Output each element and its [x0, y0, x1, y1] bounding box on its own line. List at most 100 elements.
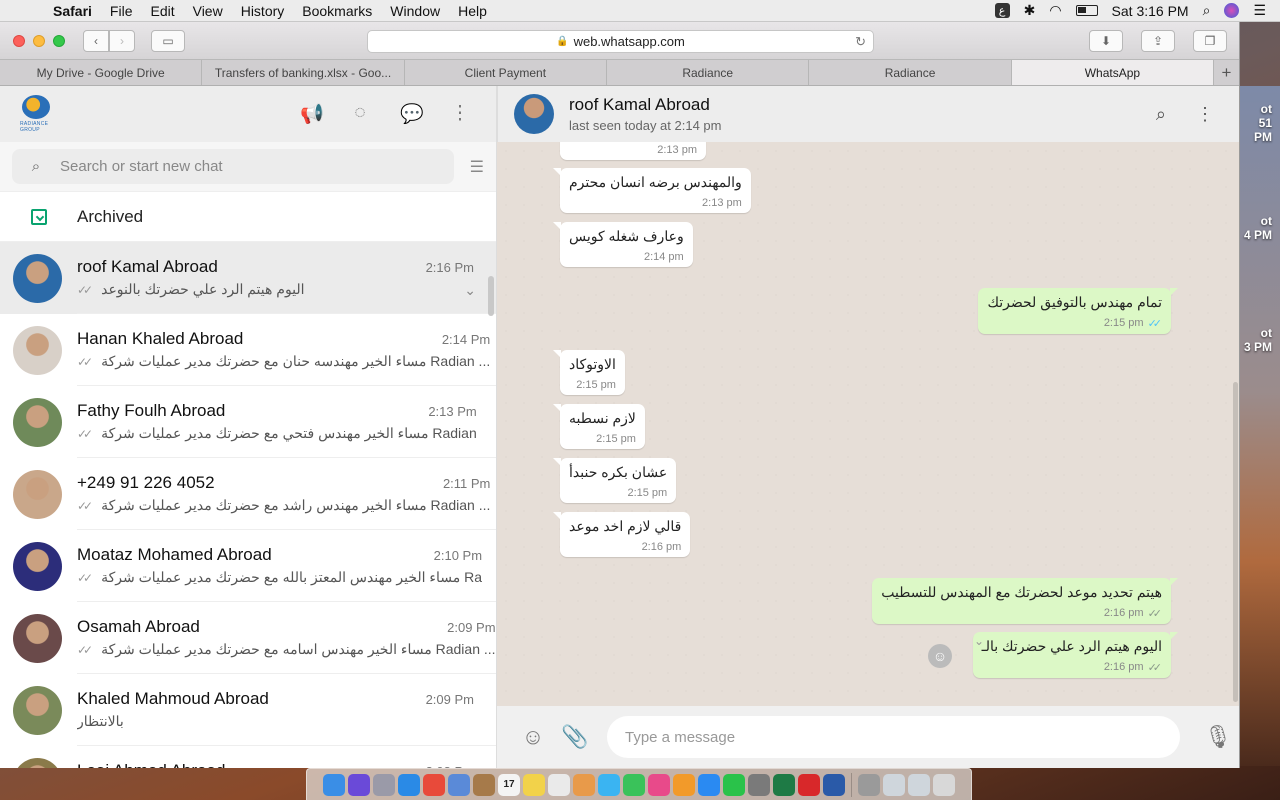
close-window-button[interactable] [13, 34, 25, 47]
forward-button[interactable]: › [109, 29, 135, 52]
desktop-file-label[interactable]: ot 3 PM [1244, 326, 1272, 354]
reaction-emoji-icon[interactable]: ☺ [928, 644, 952, 668]
input-source-icon[interactable]: ع [994, 3, 1010, 18]
itunes-icon[interactable] [648, 773, 670, 796]
chat-list-item[interactable]: Osamah Abroad 2:09 Pm ✓✓ مساء الخير مهندس ا… [0, 602, 496, 674]
menu-help[interactable]: Help [449, 3, 496, 19]
incoming-message[interactable]: قالي لازم اخد موعد 2:16 pm [552, 512, 691, 557]
tab-google-drive[interactable]: My Drive - Google Drive [0, 60, 203, 85]
calendar-icon[interactable]: 17 [498, 773, 520, 796]
battery-icon[interactable] [1075, 5, 1098, 16]
ibooks-icon[interactable] [673, 773, 695, 796]
sidebar-toggle-button[interactable]: ▭ [151, 29, 185, 52]
downloads-icon[interactable] [883, 773, 905, 796]
back-button[interactable]: ‹ [83, 29, 109, 52]
incoming-message[interactable]: لازم نسطبه 2:15 pm [553, 404, 645, 449]
chat-list-item[interactable]: Khaled Mahmoud Abroad 2:09 Pm بالانتظار [0, 674, 496, 746]
outgoing-message[interactable]: تمام مهندس بالتوفيق لحضرتك 2:15 pm ✓✓ [978, 288, 1178, 334]
conversation-scrollbar[interactable] [1233, 382, 1238, 702]
finder-icon[interactable] [323, 773, 345, 796]
search-messages-icon[interactable]: ⌕ [1156, 104, 1166, 125]
new-chat-icon[interactable]: 💬 [400, 102, 424, 126]
menu-edit[interactable]: Edit [141, 3, 183, 19]
tab-client-payment[interactable]: Client Payment [405, 60, 608, 85]
message-menu-chevron-icon[interactable]: ⌄ [974, 634, 984, 648]
incoming-message[interactable]: 2:13 pm [560, 142, 706, 160]
menu-history[interactable]: History [232, 3, 294, 19]
acrobat-icon[interactable] [798, 773, 820, 796]
chat-list-item[interactable]: Hanan Khaled Abroad 2:14 Pm ✓✓ مساء الخير م… [0, 314, 496, 386]
wifi-icon[interactable]: ◠ [1049, 2, 1061, 19]
address-bar[interactable]: 🔒 web.whatsapp.com ↻ [367, 30, 874, 53]
chrome-icon[interactable] [423, 773, 445, 796]
emoji-icon[interactable]: ☺ [515, 724, 551, 750]
downloads-button[interactable]: ⬇ [1089, 29, 1123, 52]
search-input[interactable]: ⌕ Search or start new chat [12, 149, 454, 184]
tab-overview-button[interactable]: ❐ [1193, 29, 1227, 52]
menu-view[interactable]: View [184, 3, 232, 19]
reload-icon[interactable]: ↻ [855, 34, 866, 50]
chat-avatar[interactable] [13, 613, 62, 663]
tab-whatsapp[interactable]: WhatsApp [1011, 60, 1215, 85]
notes-icon[interactable] [523, 773, 545, 796]
launchpad-icon[interactable] [373, 773, 395, 796]
minimize-window-button[interactable] [33, 34, 45, 47]
incoming-message[interactable]: عشان بكره حنبدأ 2:15 pm [552, 458, 677, 503]
contact-avatar[interactable] [514, 94, 554, 134]
tab-radiance-1[interactable]: Radiance [607, 60, 810, 85]
menubar-clock[interactable]: Sat 3:16 PM [1112, 3, 1189, 19]
whatsapp-icon[interactable] [723, 773, 745, 796]
tab-radiance-2[interactable]: Radiance [809, 60, 1012, 85]
chat-list-item[interactable]: +249 91 226 4052 2:11 Pm ✓✓ مساء الخير مهند… [0, 458, 496, 530]
siri-icon[interactable] [348, 773, 370, 796]
zoom-window-button[interactable] [53, 34, 65, 47]
desktop-file-label[interactable]: ot 4 PM [1244, 214, 1272, 242]
profile-avatar[interactable]: RADIANCE GROUP [20, 95, 52, 133]
chat-list-item[interactable]: Moataz Mohamed Abroad 2:10 Pm ✓✓ مساء الخير… [0, 530, 496, 602]
word-icon[interactable] [823, 773, 845, 796]
menu-icon[interactable]: ⋮ [450, 102, 470, 126]
chat-avatar[interactable] [13, 397, 62, 447]
excel-icon[interactable] [773, 773, 795, 796]
notes-book-icon[interactable] [473, 773, 495, 796]
preview-icon[interactable] [448, 773, 470, 796]
chat-avatar[interactable] [13, 541, 62, 591]
attach-icon[interactable]: 📎 [557, 724, 593, 750]
archived-row[interactable]: Archived [0, 192, 496, 242]
tab-transfers-banking[interactable]: Transfers of banking.xlsx - Goo... [202, 60, 405, 85]
chat-avatar[interactable] [13, 325, 62, 375]
bluetooth-icon[interactable]: ✱ [1024, 2, 1036, 19]
filter-icon[interactable]: ☰ [470, 157, 484, 177]
new-tab-button[interactable]: + [1214, 60, 1239, 85]
spotlight-search-icon[interactable]: ⌕ [1203, 2, 1211, 19]
siri-icon[interactable] [1224, 3, 1240, 18]
chat-avatar[interactable] [13, 469, 62, 519]
documents-icon[interactable] [908, 773, 930, 796]
chat-avatar[interactable] [13, 253, 62, 303]
incoming-message[interactable]: الاوتوكاد 2:15 pm [553, 350, 625, 395]
message-input[interactable]: Type a message [607, 716, 1180, 758]
system-preferences-icon[interactable] [748, 773, 770, 796]
outgoing-message[interactable]: اليوم هيتم الرد علي حضرتك بالـ 2:16 pm ✓✓ [972, 632, 1179, 678]
incoming-message[interactable]: وعارف شغله كويس 2:14 pm [553, 222, 693, 267]
outgoing-message[interactable]: هيتم تحديد موعد لحضرتك مع المهندس للتسطي… [872, 578, 1178, 624]
chat-avatar[interactable] [13, 685, 62, 735]
communities-icon[interactable]: 📢 [300, 102, 324, 126]
incoming-message[interactable]: والمهندس برضه انسان محترم 2:13 pm [553, 168, 751, 213]
microphone-icon[interactable]: 🎙 [1200, 724, 1236, 750]
share-button[interactable]: ⇪ [1141, 29, 1175, 52]
messages-icon[interactable] [598, 773, 620, 796]
safari-icon[interactable] [398, 773, 420, 796]
chat-avatar[interactable] [13, 757, 62, 768]
printer-icon[interactable] [858, 773, 880, 796]
chat-list-item[interactable]: roof Kamal Abroad 2:16 Pm ✓✓ اليوم هيتم الر… [0, 242, 496, 314]
menu-bookmarks[interactable]: Bookmarks [293, 3, 381, 19]
menu-file[interactable]: File [101, 3, 142, 19]
trash-icon[interactable] [933, 773, 955, 796]
conversation-header[interactable]: roof Kamal Abroad last seen today at 2:1… [497, 86, 1239, 142]
menu-app-name[interactable]: Safari [44, 3, 101, 19]
chat-list-item[interactable]: Loai Ahmed Abroad2:08 Pm [0, 746, 496, 768]
reminders-icon[interactable] [548, 773, 570, 796]
photos-icon[interactable] [573, 773, 595, 796]
conversation-menu-icon[interactable]: ⋮ [1196, 104, 1214, 125]
